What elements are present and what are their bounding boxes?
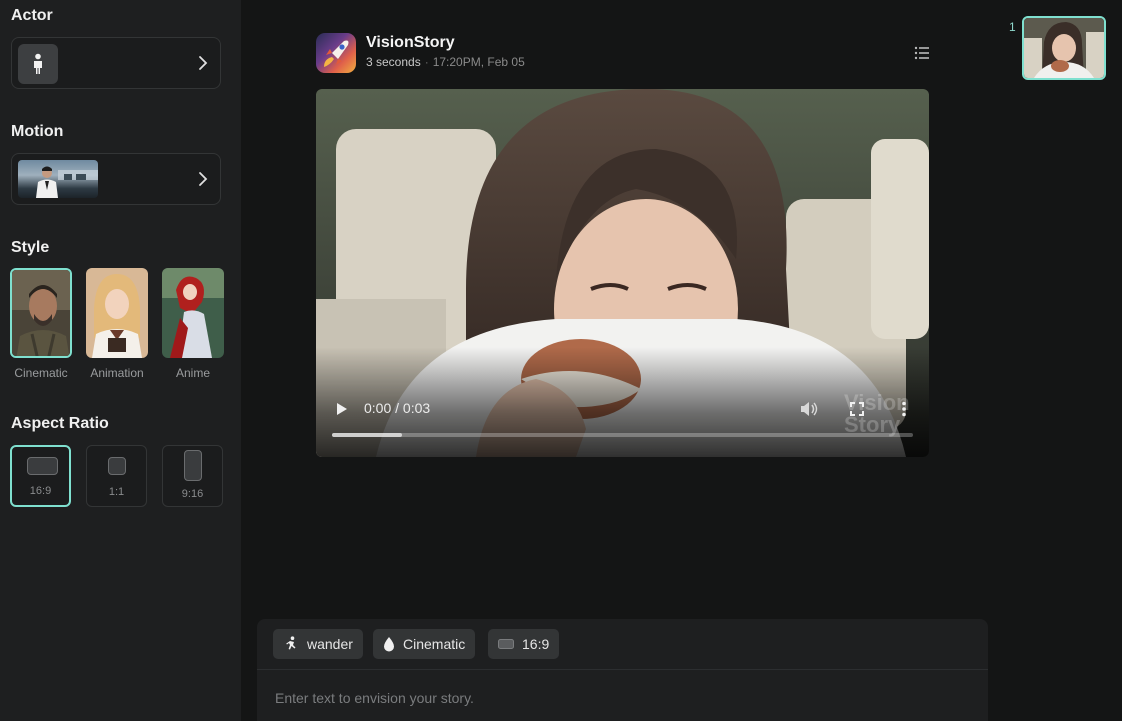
video-thumbnail-image: [1024, 18, 1104, 78]
actor-selector[interactable]: [11, 37, 221, 89]
cinematic-style-thumbnail: [12, 270, 70, 356]
aspect-ratio-option-1-1[interactable]: 1:1: [86, 445, 147, 507]
motion-chip[interactable]: wander: [273, 629, 363, 659]
aspect-ratio-option-16-9[interactable]: 16:9: [10, 445, 71, 507]
chevron-right-icon: [199, 56, 208, 70]
style-option-animation[interactable]: [86, 268, 148, 358]
post-author-name: VisionStory: [366, 34, 455, 51]
style-option-anime[interactable]: [162, 268, 224, 358]
aspect-ratio-label: 9:16: [181, 488, 204, 500]
ratio-1-1-icon: [108, 457, 126, 475]
animation-style-thumbnail: [86, 268, 148, 358]
motion-chip-label: wander: [307, 636, 353, 652]
video-buffer-fill: [332, 433, 402, 437]
composer-divider: [257, 669, 988, 670]
aspect-ratio-option-9-16[interactable]: 9:16: [162, 445, 223, 507]
aspect-ratio-label: 16:9: [29, 485, 52, 497]
video-time-display: 0:00 / 0:03: [364, 400, 431, 416]
motion-preview-thumbnail: [18, 160, 98, 198]
story-prompt-input[interactable]: [275, 687, 965, 709]
meta-separator: ·: [424, 55, 429, 69]
style-label-anime: Anime: [175, 366, 210, 380]
motion-selector[interactable]: [11, 153, 221, 205]
style-label-cinematic: Cinematic: [14, 366, 68, 380]
anime-style-thumbnail: [162, 268, 224, 358]
actor-section-title: Actor: [11, 7, 53, 24]
style-chip[interactable]: Cinematic: [373, 629, 476, 659]
app-logo: [316, 33, 356, 73]
settings-sidebar: Actor Motion Style Cinematic Animation A…: [0, 0, 241, 721]
more-options-icon[interactable]: [901, 401, 907, 417]
style-chip-label: Cinematic: [403, 636, 466, 652]
volume-icon[interactable]: [800, 401, 818, 417]
aspect-ratio-label: 1:1: [108, 486, 125, 498]
chevron-right-icon: [199, 172, 208, 186]
running-person-icon: [286, 636, 296, 650]
droplet-icon: [384, 637, 394, 652]
aspect-ratio-chip-label: 16:9: [522, 636, 550, 652]
post-meta: 3 seconds · 17:20PM, Feb 05: [366, 55, 525, 69]
post-timestamp: 17:20PM, Feb 05: [432, 55, 525, 69]
motion-section-title: Motion: [11, 123, 64, 140]
play-icon[interactable]: [336, 402, 348, 416]
video-duration: 3 seconds: [366, 55, 421, 69]
fullscreen-icon[interactable]: [850, 402, 864, 416]
thumbnail-index: 1: [1009, 20, 1016, 34]
prompt-composer: wander Cinematic 16:9: [257, 619, 988, 721]
video-player[interactable]: Vision Story 0:00 / 0:03: [316, 89, 929, 457]
style-label-animation: Animation: [90, 366, 144, 380]
ratio-16-9-icon: [27, 457, 58, 475]
aspect-ratio-section-title: Aspect Ratio: [11, 415, 109, 432]
ratio-9-16-icon: [184, 450, 202, 481]
rocket-icon: [324, 40, 349, 67]
aspect-ratio-chip[interactable]: 16:9: [488, 629, 560, 659]
actor-placeholder-tile: [18, 44, 58, 84]
aspect-ratio-icon: [498, 639, 514, 649]
style-option-cinematic[interactable]: [10, 268, 72, 358]
person-icon: [34, 53, 42, 74]
list-icon[interactable]: [914, 45, 930, 61]
style-section-title: Style: [11, 239, 50, 256]
video-thumbnail[interactable]: [1022, 16, 1106, 80]
video-progress-bar[interactable]: [332, 433, 913, 437]
